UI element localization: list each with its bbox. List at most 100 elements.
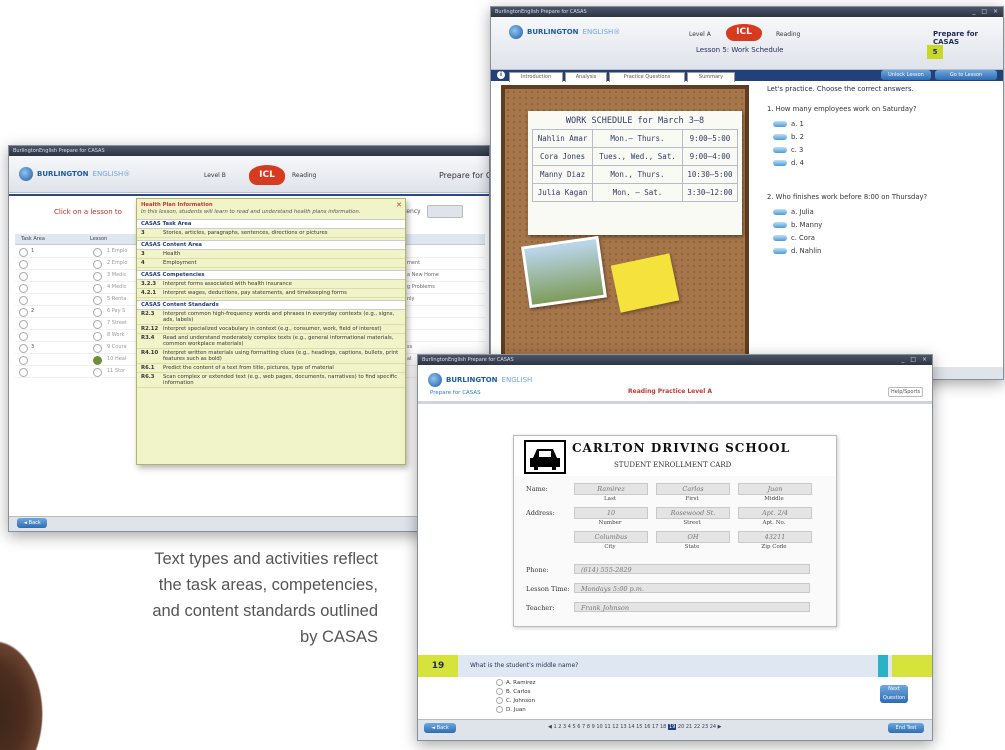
popup-section-heading: CASAS Content Area [137,240,405,250]
status-icon [93,308,102,317]
radio-pill-icon[interactable] [773,121,787,127]
back-button[interactable]: ◄ Back [424,723,456,733]
expand-icon[interactable] [19,320,28,329]
lesson-name[interactable]: 1 Emplo [107,248,127,254]
answer-label[interactable]: B. Carlos [506,689,531,695]
lesson-time-label: Lesson Time: [526,585,570,593]
answer-option[interactable]: d. 4 [773,159,804,167]
prepare-label: Prepare for C [439,171,490,180]
expand-icon[interactable] [19,284,28,293]
back-button[interactable]: ◄ Back [17,518,47,528]
answer-label[interactable]: d. 4 [791,159,804,167]
answer-label[interactable]: D. Juan [506,707,526,713]
unlock-lesson-button[interactable]: Unlock Lesson [881,70,931,80]
lesson-description[interactable]: a New Home [407,272,439,278]
radio-pill-icon[interactable] [773,209,787,215]
lesson-description[interactable]: ss [407,344,412,350]
answer-option[interactable]: B. Carlos [496,688,531,695]
expand-icon[interactable] [19,344,28,353]
answer-option[interactable]: C. Johnson [496,697,535,704]
radio-icon[interactable] [496,697,503,704]
radio-pill-icon[interactable] [773,160,787,166]
lesson-name[interactable]: 5 Renta [107,296,126,302]
lesson-description[interactable]: nly [407,296,415,302]
radio-icon[interactable] [496,679,503,686]
answer-label[interactable]: c. 3 [791,146,803,154]
end-test-button[interactable]: End Test [888,723,924,733]
answer-label[interactable]: d. Nahlin [791,247,821,255]
expand-icon[interactable] [19,248,28,257]
close-icon[interactable]: ✕ [396,201,402,209]
expand-icon[interactable] [19,356,28,365]
radio-pill-icon[interactable] [773,235,787,241]
pager-pages[interactable]: 1 2 3 4 5 6 7 8 9 10 11 12 13 14 15 16 1… [553,724,666,730]
answer-label[interactable]: a. Julia [791,208,814,216]
lesson-name[interactable]: 8 Work [107,332,124,338]
next-question-button[interactable]: Next Question [880,685,908,703]
go-to-lesson-button[interactable]: Go to Lesson [935,70,997,80]
info-icon[interactable]: i [497,71,505,79]
help-button[interactable]: Help/Sports [888,387,924,397]
schedule-title: WORK SCHEDULE for March 3–8 [565,116,705,126]
radio-pill-icon[interactable] [773,248,787,254]
column-task-area: Task Area [21,236,45,242]
tab-analysis[interactable]: Analysis [565,72,607,82]
answer-label[interactable]: A. Ramirez [506,680,536,686]
radio-pill-icon[interactable] [773,222,787,228]
expand-icon[interactable] [19,308,28,317]
radio-icon[interactable] [496,706,503,713]
lesson-description[interactable]: g Problems [407,284,435,290]
expand-icon[interactable] [19,332,28,341]
radio-icon[interactable] [496,688,503,695]
lesson-name[interactable]: 10 Heal [107,356,126,362]
answer-option[interactable]: D. Juan [496,706,526,713]
popup-item: 3.2.3 Interpret forms associated with hea… [137,280,405,289]
answer-option[interactable]: d. Nahlin [773,247,821,255]
expand-icon[interactable] [19,272,28,281]
lesson-name[interactable]: 2 Emplo [107,260,127,266]
pager-pages-rest[interactable]: 20 21 22 23 24 [678,724,716,730]
item-text: Interpret written materials using format… [163,350,399,362]
radio-pill-icon[interactable] [773,147,787,153]
schedule-cell: 3:30–12:00 [681,183,739,202]
lesson-name[interactable]: 3 Medic [107,272,126,278]
question-number: 19 [418,655,458,677]
answer-label[interactable]: a. 1 [791,120,804,128]
tab-practice-questions[interactable]: Practice Questions [609,72,685,82]
window-controls[interactable]: _ □ × [901,355,929,365]
answer-option[interactable]: b. 2 [773,133,804,141]
answer-option[interactable]: c. 3 [773,146,803,154]
competency-toggle[interactable] [427,205,463,218]
answer-label[interactable]: C. Johnson [506,698,535,704]
tab-introduction[interactable]: Introduction [509,72,563,82]
expand-icon[interactable] [19,296,28,305]
lesson-name[interactable]: 6 Pay S [107,308,125,314]
answer-option[interactable]: b. Manny [773,221,822,229]
pager-next-icon[interactable]: ▶ [716,724,722,730]
popup-section-heading: CASAS Competencies [137,270,405,280]
answer-option[interactable]: c. Cora [773,234,815,242]
answer-option[interactable]: A. Ramirez [496,679,536,686]
answer-option[interactable]: a. Julia [773,208,814,216]
pager-current[interactable]: 19 [667,724,677,730]
radio-pill-icon[interactable] [773,134,787,140]
lesson-name[interactable]: 9 Coura [107,344,127,350]
lesson-name[interactable]: 4 Medic [107,284,126,290]
address-label: Address: [526,509,555,517]
answer-label[interactable]: b. Manny [791,221,822,229]
lesson-description[interactable]: al [407,356,411,362]
zip-sublabel: Zip Code [761,544,787,550]
expand-icon[interactable] [19,368,28,377]
window-controls[interactable]: _ □ × [972,7,1000,17]
tab-summary[interactable]: Summary [687,72,735,82]
answer-label[interactable]: c. Cora [791,234,815,242]
lesson-name[interactable]: 7 Street [107,320,127,326]
expand-icon[interactable] [19,260,28,269]
apt-sublabel: Apt. No. [762,520,786,526]
answer-label[interactable]: b. 2 [791,133,804,141]
question-pager[interactable]: ◀ 1 2 3 4 5 6 7 8 9 10 11 12 13 14 15 16… [548,724,722,730]
lesson-description[interactable]: ment [407,260,420,266]
lesson-name[interactable]: 11 Stor [107,368,125,374]
answer-option[interactable]: a. 1 [773,120,804,128]
popup-item: R6.3 Scan complex or extended text (e.g.,… [137,373,405,388]
